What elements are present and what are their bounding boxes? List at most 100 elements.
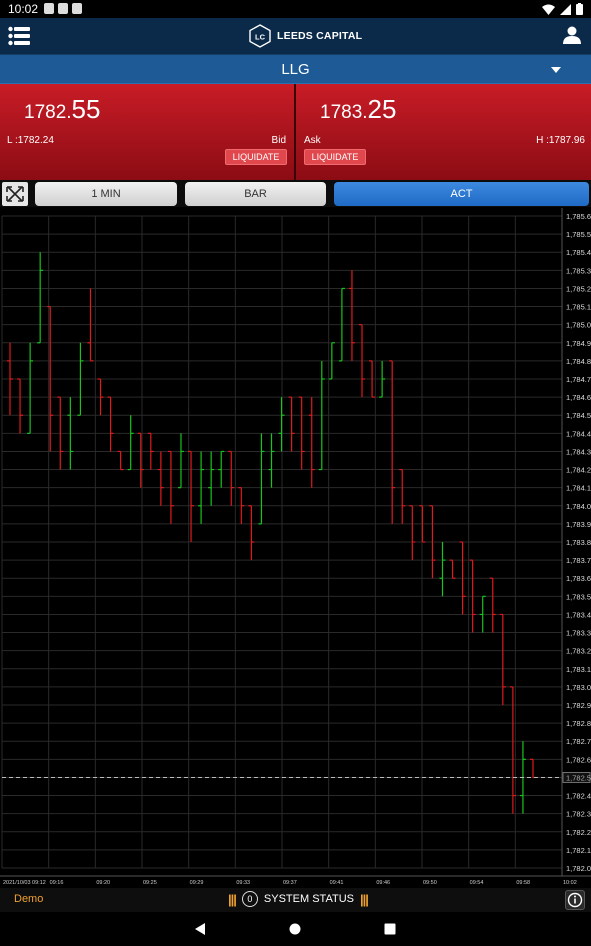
ask-side-label: Ask — [304, 135, 321, 146]
y-tick-label: 1,784.0 — [566, 502, 591, 511]
y-tick-label: 1,783.8 — [566, 538, 591, 547]
y-tick-label: 1,782.1 — [566, 846, 591, 855]
y-tick-label: 1,785.6 — [566, 212, 591, 221]
notification-icon — [72, 3, 82, 14]
x-tick-label: 2021/10/03 09:12 — [3, 880, 46, 886]
ohlc-chart-svg[interactable]: 1,785.6 1,785.5 1,785.4 1,785.3 1,785.2 1,785… — [0, 208, 591, 888]
y-tick-label: 1,785.5 — [566, 230, 591, 239]
info-button[interactable] — [565, 890, 585, 910]
bid-liquidate-button[interactable]: LIQUIDATE — [225, 149, 287, 165]
app-header: LC LEEDS CAPITAL — [0, 18, 591, 55]
x-tick-label: 09:25 — [143, 880, 157, 886]
y-tick-label: 1,784.4 — [566, 429, 591, 438]
battery-icon — [576, 3, 583, 15]
menu-icon[interactable] — [8, 25, 30, 47]
expand-button[interactable] — [2, 182, 28, 206]
y-tick-label: 1,785.1 — [566, 303, 591, 312]
y-tick-label: 1,784.9 — [566, 339, 591, 348]
system-icons — [542, 3, 583, 15]
x-tick-label: 09:41 — [330, 880, 344, 886]
symbol-name: LLG — [281, 61, 310, 78]
ask-price-minor: 25 — [367, 94, 397, 124]
y-tick-label: 1,782.8 — [566, 719, 591, 728]
notification-icons — [44, 3, 82, 14]
y-tick-label: 1,784.5 — [566, 411, 591, 420]
x-tick-label: 09:50 — [423, 880, 437, 886]
y-tick-label: 1,783.4 — [566, 610, 591, 619]
chart-type-button[interactable]: BAR — [185, 182, 326, 206]
ask-price-major: 1783. — [320, 102, 368, 123]
y-tick-label: 1,785.4 — [566, 248, 591, 257]
recents-icon[interactable] — [384, 923, 396, 935]
y-tick-label: 1,785.2 — [566, 284, 591, 293]
chevron-down-icon[interactable] — [551, 67, 561, 73]
bid-panel[interactable]: 1782.55 L :1782.24 Bid LIQUIDATE — [0, 84, 294, 180]
wifi-icon — [542, 4, 555, 15]
price-chart[interactable]: 1,785.6 1,785.5 1,785.4 1,785.3 1,785.2 1,785… — [0, 208, 591, 888]
ask-price: 1783.25 — [320, 94, 396, 125]
bid-price: 1782.55 — [24, 94, 100, 125]
android-nav-bar — [0, 912, 591, 946]
clock: 10:02 — [8, 2, 39, 16]
brand-name: LEEDS CAPITAL — [277, 30, 363, 42]
brand-hexagon-icon: LC — [249, 24, 271, 48]
y-tick-label: 1,784.7 — [566, 375, 591, 384]
interval-button[interactable]: 1 MIN — [35, 182, 177, 206]
ask-liquidate-button[interactable]: LIQUIDATE — [304, 149, 366, 165]
status-count-badge: 0 — [241, 891, 258, 907]
y-tick-label: 1,782.3 — [566, 810, 591, 819]
notification-icon — [44, 3, 54, 14]
x-tick-label: 09:33 — [236, 880, 250, 886]
x-tick-label: 09:20 — [96, 880, 110, 886]
y-tick-label: 1,783.2 — [566, 647, 591, 656]
system-status-button[interactable]: ||| 0 SYSTEM STATUS ||| — [228, 891, 369, 907]
home-icon[interactable] — [289, 923, 301, 935]
bid-price-minor: 55 — [71, 94, 101, 124]
y-tick-label: 1,783.5 — [566, 592, 591, 601]
system-status-bar: 10:02 — [0, 0, 591, 18]
y-tick-label: 1,784.3 — [566, 447, 591, 456]
x-tick-label: 09:16 — [50, 880, 64, 886]
y-tick-label: 1,783.7 — [566, 556, 591, 565]
x-tick-label: 09:29 — [190, 880, 204, 886]
y-tick-label: 1,783.3 — [566, 629, 591, 638]
high-label: H :1787.96 — [536, 135, 585, 146]
expand-icon — [6, 186, 24, 202]
y-tick-label: 1,782.0 — [566, 864, 591, 873]
symbol-selector[interactable]: LLG — [0, 55, 591, 84]
bid-side-label: Bid — [271, 135, 286, 146]
ask-panel[interactable]: 1783.25 Ask H :1787.96 LIQUIDATE — [296, 84, 591, 180]
footer-bar: Demo ||| 0 SYSTEM STATUS ||| — [0, 888, 591, 912]
y-tick-label: 1,782.9 — [566, 701, 591, 710]
act-mode-button[interactable]: ACT — [334, 182, 589, 206]
current-price-label: 1,782.5 — [566, 773, 591, 782]
x-tick-label: 09:46 — [376, 880, 390, 886]
y-tick-label: 1,784.8 — [566, 357, 591, 366]
notification-icon — [58, 3, 68, 14]
y-tick-label: 1,784.6 — [566, 393, 591, 402]
user-icon[interactable] — [563, 26, 581, 44]
x-tick-label: 09:58 — [516, 880, 530, 886]
y-tick-label: 1,785.0 — [566, 321, 591, 330]
x-tick-label: 09:54 — [470, 880, 484, 886]
x-tick-label: 10:02 — [563, 880, 577, 886]
y-tick-label: 1,784.1 — [566, 484, 591, 493]
y-tick-label: 1,785.3 — [566, 266, 591, 275]
brand-logo: LC LEEDS CAPITAL — [249, 24, 362, 48]
low-label: L :1782.24 — [7, 135, 54, 146]
demo-label: Demo — [14, 893, 44, 905]
chart-toolbar: 1 MIN BAR ACT — [0, 180, 591, 207]
status-bars-icon: ||| — [359, 891, 369, 907]
info-icon — [567, 892, 583, 908]
status-bars-icon: ||| — [228, 891, 237, 907]
y-tick-label: 1,782.2 — [566, 828, 591, 837]
bid-price-major: 1782. — [24, 102, 72, 123]
brand-initials: LC — [255, 33, 266, 42]
y-tick-label: 1,783.6 — [566, 574, 591, 583]
y-tick-label: 1,782.4 — [566, 792, 591, 801]
y-tick-label: 1,783.0 — [566, 683, 591, 692]
back-icon[interactable] — [193, 922, 207, 936]
y-tick-label: 1,782.7 — [566, 737, 591, 746]
x-tick-label: 09:37 — [283, 880, 297, 886]
y-tick-label: 1,783.1 — [566, 665, 591, 674]
